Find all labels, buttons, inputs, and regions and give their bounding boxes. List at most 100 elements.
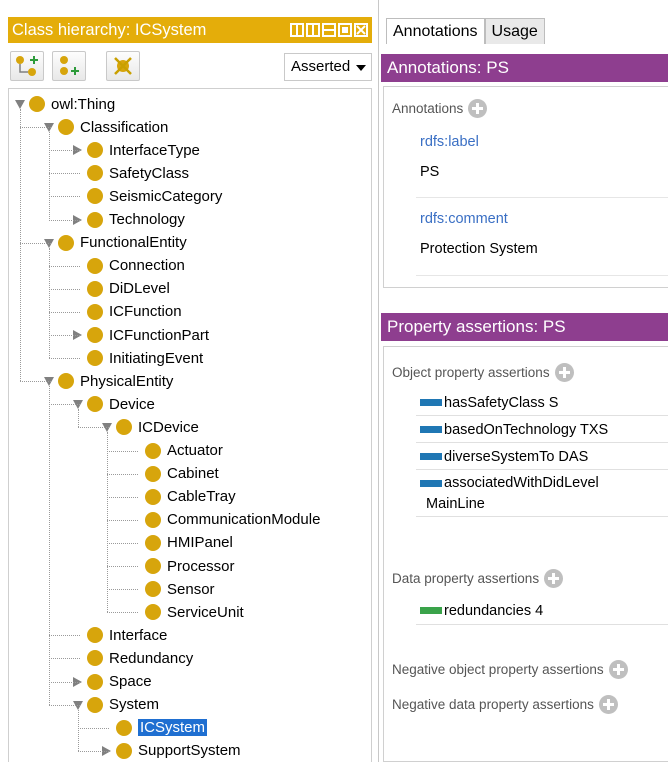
class-icon	[87, 396, 103, 413]
class-icon	[87, 627, 103, 644]
close-view-icon[interactable]	[354, 23, 368, 37]
class-node[interactable]: Connection	[87, 255, 185, 277]
class-node[interactable]: ICFunction	[87, 301, 182, 323]
object-property-icon	[420, 453, 442, 460]
class-node-label: ServiceUnit	[167, 603, 244, 621]
object-assertion-text: diverseSystemTo DAS	[444, 449, 589, 465]
class-node[interactable]: FunctionalEntity	[58, 232, 187, 254]
class-icon	[87, 142, 103, 159]
tree-connector	[49, 358, 80, 360]
add-sibling-button[interactable]	[52, 51, 86, 81]
class-node-label: owl:Thing	[51, 95, 116, 113]
tree-connector	[49, 681, 80, 683]
class-node[interactable]: PhysicalEntity	[58, 370, 173, 392]
view-controls	[290, 21, 368, 39]
tree-connector	[49, 247, 50, 359]
class-icon	[58, 234, 74, 251]
class-node[interactable]: SupportSystem	[116, 740, 241, 762]
object-property-icon	[420, 426, 442, 433]
class-node[interactable]: SeismicCategory	[87, 185, 222, 207]
data-assertion-row[interactable]: redundancies 4	[416, 599, 668, 625]
class-toolbar: Asserted	[8, 46, 372, 86]
class-icon	[145, 465, 161, 482]
class-icon	[87, 327, 103, 343]
minimize-view-icon[interactable]	[322, 23, 336, 37]
details-panel: Annotations Usage Annotations: PS Annota…	[381, 0, 668, 762]
class-node[interactable]: ICDevice	[116, 416, 199, 438]
class-node[interactable]: Sensor	[145, 578, 215, 600]
tab-usage[interactable]: Usage	[484, 18, 545, 44]
object-assertion-row[interactable]: hasSafetyClass S	[416, 392, 668, 416]
object-assertion-row[interactable]: associatedWithDidLevel MainLine	[416, 473, 668, 517]
property-assertions-header: Property assertions: PS	[381, 313, 668, 341]
class-icon	[87, 650, 103, 667]
class-node[interactable]: Space	[87, 671, 152, 693]
add-annotation-icon[interactable]	[468, 99, 488, 118]
tree-connector	[107, 542, 138, 544]
class-node[interactable]: Cabinet	[145, 463, 219, 485]
annotations-label: Annotations	[392, 101, 464, 116]
class-node[interactable]: owl:Thing	[29, 93, 115, 115]
annotation-property-label[interactable]: rdfs:label	[420, 134, 479, 150]
add-subclass-icon	[16, 56, 38, 76]
tree-connector	[49, 132, 50, 220]
pin-view-icon[interactable]	[290, 23, 304, 37]
class-node[interactable]: InterfaceType	[87, 139, 200, 161]
tab-annotations[interactable]: Annotations	[386, 18, 485, 44]
tree-connector	[78, 727, 109, 729]
tree-connector	[78, 709, 79, 751]
object-assertion-value: MainLine	[426, 496, 485, 512]
negative-data-property-label: Negative data property assertions	[392, 697, 594, 712]
class-node-label: CommunicationModule	[167, 511, 321, 529]
class-node[interactable]: SafetyClass	[87, 162, 189, 184]
annotation-property-comment[interactable]: rdfs:comment	[420, 211, 508, 227]
delete-class-button[interactable]	[106, 51, 140, 81]
class-node[interactable]: Interface	[87, 624, 167, 646]
class-node-label: Connection	[109, 257, 185, 275]
add-negative-object-property-icon[interactable]	[608, 660, 628, 679]
object-assertion-text: associatedWithDidLevel	[444, 475, 599, 491]
class-node[interactable]: ICSystem	[116, 717, 208, 739]
maximize-view-icon[interactable]	[338, 23, 352, 37]
tree-connector	[107, 473, 138, 475]
class-node[interactable]: ICFunctionPart	[87, 324, 209, 346]
data-assertion-text: redundancies 4	[444, 603, 544, 619]
class-node[interactable]: CommunicationModule	[145, 509, 320, 531]
object-assertion-row[interactable]: basedOnTechnology TXS	[416, 419, 668, 443]
annotations-panel: Annotations rdfs:label PS rdfs:comment P…	[383, 86, 668, 288]
class-node-label: ICSystem	[138, 719, 208, 737]
class-node[interactable]: Classification	[58, 116, 168, 138]
tree-connector	[107, 566, 138, 567]
class-node[interactable]: CableTray	[145, 486, 236, 508]
object-assertion-row[interactable]: diverseSystemTo DAS	[416, 446, 668, 470]
tree-connector	[107, 589, 138, 591]
tree-connector	[49, 288, 80, 290]
hierarchy-mode-value: Asserted	[291, 58, 351, 75]
add-subclass-button[interactable]	[10, 51, 44, 81]
class-node[interactable]: HMIPanel	[145, 532, 233, 554]
class-node[interactable]: Device	[87, 393, 155, 415]
class-icon	[87, 165, 103, 182]
tree-connector	[107, 496, 138, 498]
class-node-label: Cabinet	[167, 465, 219, 483]
class-node[interactable]: DiDLevel	[87, 278, 170, 300]
tree-connector	[78, 750, 109, 752]
class-node[interactable]: ServiceUnit	[145, 601, 244, 623]
class-node[interactable]: Technology	[87, 209, 185, 231]
class-node-label: Actuator	[167, 442, 223, 459]
expanded-toggle-icon[interactable]	[15, 100, 25, 109]
tree-connector	[20, 381, 51, 383]
class-node[interactable]: Redundancy	[87, 647, 193, 669]
class-node[interactable]: Processor	[145, 555, 235, 577]
class-node[interactable]: Actuator	[145, 440, 223, 462]
split-view-icon[interactable]	[306, 23, 320, 37]
add-data-property-icon[interactable]	[544, 569, 564, 588]
class-icon	[116, 419, 132, 436]
class-node[interactable]: InitiatingEvent	[87, 347, 203, 369]
class-node[interactable]: System	[87, 694, 159, 716]
hierarchy-mode-select[interactable]: Asserted	[284, 53, 372, 81]
add-negative-data-property-icon[interactable]	[598, 695, 618, 714]
add-object-property-icon[interactable]	[554, 363, 574, 382]
class-node-label: Interface	[109, 626, 168, 644]
tree-connector	[49, 265, 80, 267]
